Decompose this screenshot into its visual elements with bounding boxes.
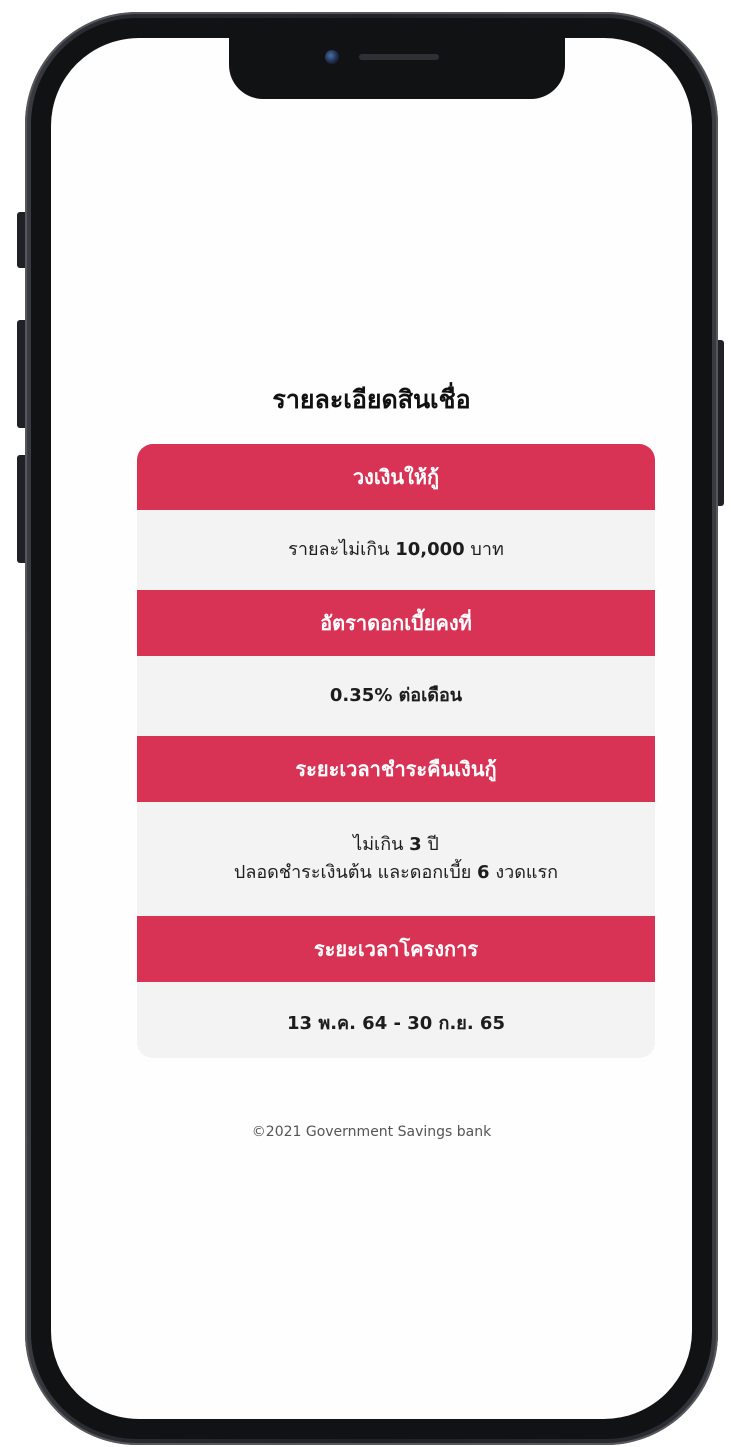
page-title: รายละเอียดสินเชื่อ [272,385,471,414]
repayment-line-2: ปลอดชำระเงินต้น และดอกเบี้ย 6 งวดแรก [234,859,558,887]
repayment-years: 3 [409,834,422,855]
loan-details-card: วงเงินให้กู้ รายละไม่เกิน 10,000 บาท อัต… [137,444,655,1058]
section-body-project-period: 13 พ.ค. 64 - 30 ก.ย. 65 [137,990,655,1058]
section-body-repayment-period: ไม่เกิน 3 ปี ปลอดชำระเงินต้น และดอกเบี้ย… [137,810,655,908]
loan-limit-amount: 10,000 [395,539,465,560]
front-camera-icon [325,50,339,64]
phone-screen: รายละเอียดสินเชื่อ วงเงินให้กู้ รายละไม่… [51,38,692,1419]
repayment-line-1-prefix: ไม่เกิน [353,834,404,855]
section-header-interest-rate: อัตราดอกเบี้ยคงที่ [137,590,655,656]
repayment-line-2-suffix: งวดแรก [495,862,559,883]
project-period-text: 13 พ.ค. 64 - 30 ก.ย. 65 [287,1013,505,1034]
loan-limit-suffix: บาท [470,539,504,560]
section-header-loan-limit: วงเงินให้กู้ [137,444,655,510]
repayment-line-2-prefix: ปลอดชำระเงินต้น และดอกเบี้ย [233,862,472,883]
section-header-project-period: ระยะเวลาโครงการ [137,916,655,982]
phone-notch [229,38,565,99]
earpiece-speaker-icon [359,54,439,60]
copyright-footer: ©2021 Government Savings bank [251,1124,492,1140]
mockup-stage: รายละเอียดสินเชื่อ วงเงินให้กู้ รายละไม่… [0,0,731,1447]
section-body-interest-rate: 0.35% ต่อเดือน [137,664,655,728]
repayment-line-1: ไม่เกิน 3 ปี [353,831,439,859]
repayment-line-1-suffix: ปี [427,834,439,855]
section-body-loan-limit: รายละไม่เกิน 10,000 บาท [137,518,655,582]
phone-frame: รายละเอียดสินเชื่อ วงเงินให้กู้ รายละไม่… [25,12,718,1445]
loan-limit-text: รายละไม่เกิน 10,000 บาท [288,536,504,564]
interest-rate-text: 0.35% ต่อเดือน [329,685,463,706]
loan-limit-prefix: รายละไม่เกิน [288,539,390,560]
section-header-repayment-period: ระยะเวลาชำระคืนเงินกู้ [137,736,655,802]
grace-installments: 6 [477,862,490,883]
